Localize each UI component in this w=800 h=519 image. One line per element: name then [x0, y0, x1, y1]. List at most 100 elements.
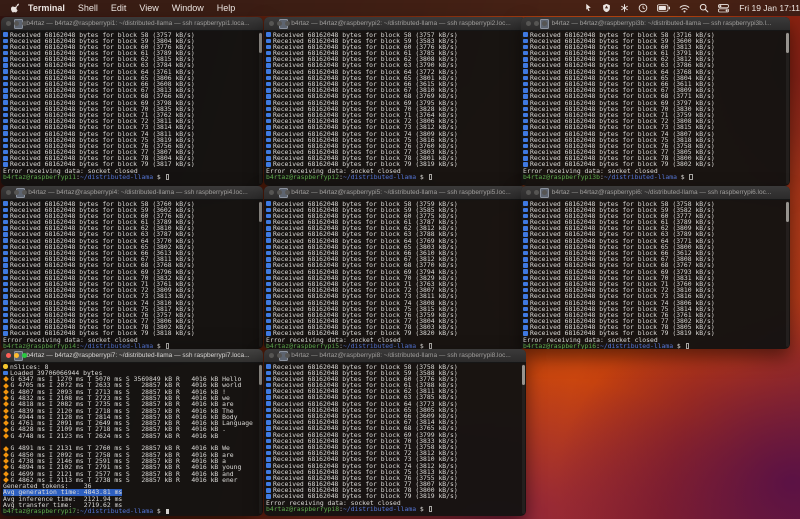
terminal-content[interactable]: Received 68162048 bytes for block 58 (37… — [521, 30, 790, 186]
fan-icon[interactable] — [620, 3, 629, 13]
terminal-window-raspberrypi8[interactable]: b4rtaz — b4rtaz@raspberrypi8: ~/distribu… — [264, 349, 526, 516]
fast-forward-icon — [3, 281, 8, 287]
fast-forward-icon — [523, 294, 528, 299]
fast-forward-icon — [3, 275, 8, 281]
fast-forward-icon — [3, 257, 8, 262]
scrollbar-thumb[interactable] — [786, 202, 789, 222]
terminal-window-raspberrypi1[interactable]: b4rtaz — b4rtaz@raspberrypi1: ~/distribu… — [1, 17, 263, 186]
fast-forward-icon — [523, 112, 528, 118]
menu-item-window[interactable]: Window — [172, 3, 204, 13]
fast-forward-icon — [266, 263, 271, 268]
terminal-content[interactable]: Received 68162048 bytes for block 58 (37… — [1, 30, 263, 186]
window-title: b4rtaz — b4rtaz@raspberrypi2: ~/distribu… — [291, 20, 511, 27]
menu-bar-clock[interactable]: Fri 19 Jan 17:11 — [739, 3, 800, 13]
fast-forward-icon — [266, 413, 271, 419]
traffic-light-buttons[interactable] — [269, 21, 290, 26]
terminal-content[interactable]: Received 68162048 bytes for block 58 (37… — [264, 362, 526, 516]
fast-forward-icon — [266, 444, 271, 450]
scrollbar[interactable] — [259, 201, 262, 347]
menu-item-edit[interactable]: Edit — [111, 3, 127, 13]
terminal-content[interactable]: nSlices: 8 Loaded 39706066944 bytes G 6347… — [1, 362, 263, 516]
fast-forward-icon — [266, 376, 271, 382]
desktop[interactable]: Terminal Shell Edit View Window Help Fri… — [0, 0, 800, 519]
prompt-path: ~/distributed-llama — [79, 172, 154, 181]
fast-forward-icon — [266, 318, 271, 324]
scrollbar-thumb[interactable] — [786, 33, 789, 53]
traffic-light-buttons[interactable] — [269, 353, 290, 358]
terminal-content[interactable]: Received 68162048 bytes for block 58 (37… — [521, 199, 790, 349]
window-titlebar[interactable]: b4rtaz — b4rtaz@raspberrypi4: ~/distribu… — [1, 186, 263, 200]
scrollbar[interactable] — [786, 32, 789, 184]
window-titlebar[interactable]: b4rtaz — b4rtaz@raspberrypi3b: ~/distrib… — [521, 17, 790, 31]
fast-forward-icon — [523, 143, 528, 149]
fast-forward-icon — [3, 125, 8, 130]
fast-forward-icon — [3, 201, 8, 206]
fast-forward-icon — [523, 131, 528, 136]
battery-icon[interactable] — [657, 4, 671, 12]
terminal-window-raspberrypi3b[interactable]: b4rtaz — b4rtaz@raspberrypi3b: ~/distrib… — [521, 17, 790, 186]
fast-forward-icon — [266, 69, 271, 74]
window-titlebar[interactable]: b4rtaz — b4rtaz@raspberrypi1: ~/distribu… — [1, 17, 263, 31]
terminal-window-raspberrypi7[interactable]: b4rtaz — b4rtaz@raspberrypi7: ~/distribu… — [1, 349, 263, 516]
scrollbar[interactable] — [259, 364, 262, 514]
terminal-window-raspberrypi2[interactable]: b4rtaz — b4rtaz@raspberrypi2: ~/distribu… — [264, 17, 526, 186]
terminal-window-raspberrypi5[interactable]: b4rtaz — b4rtaz@raspberrypi5: ~/distribu… — [264, 186, 526, 349]
shield-icon[interactable] — [602, 3, 611, 13]
terminal-window-raspberrypi4[interactable]: b4rtaz — b4rtaz@raspberrypi4: ~/distribu… — [1, 186, 263, 349]
window-titlebar[interactable]: b4rtaz — b4rtaz@raspberrypi7: ~/distribu… — [1, 349, 263, 363]
prompt-dollar: $ — [153, 507, 165, 516]
fast-forward-icon — [266, 131, 271, 136]
orange-diamond-icon — [2, 445, 9, 452]
fast-forward-icon — [266, 401, 271, 406]
terminal-content[interactable]: Received 68162048 bytes for block 58 (37… — [264, 199, 526, 349]
terminal-window-raspberrypi6[interactable]: b4rtaz — b4rtaz@raspberrypi6: ~/distribu… — [521, 186, 790, 349]
prompt-path: ~/distributed-llama — [599, 341, 674, 349]
window-titlebar[interactable]: b4rtaz — b4rtaz@raspberrypi5: ~/distribu… — [264, 186, 526, 200]
fast-forward-icon — [523, 100, 528, 105]
fast-forward-icon — [3, 300, 8, 305]
search-icon[interactable] — [699, 3, 709, 13]
clock-icon[interactable] — [638, 3, 648, 13]
traffic-light-buttons[interactable] — [526, 21, 547, 26]
prompt-user: b4rtaz@raspberrypi3b — [523, 172, 600, 181]
orange-diamond-icon — [2, 464, 9, 471]
fast-forward-icon — [266, 201, 271, 206]
scrollbar-thumb[interactable] — [259, 202, 262, 222]
window-titlebar[interactable]: b4rtaz — b4rtaz@raspberrypi2: ~/distribu… — [264, 17, 526, 31]
menu-item-view[interactable]: View — [139, 3, 158, 13]
scrollbar-thumb[interactable] — [259, 33, 262, 53]
hand-icon[interactable] — [584, 3, 593, 13]
control-center-icon[interactable] — [718, 3, 730, 13]
wifi-icon[interactable] — [679, 4, 690, 13]
menu-item-shell[interactable]: Shell — [78, 3, 98, 13]
fast-forward-icon — [523, 50, 528, 56]
fast-forward-icon — [523, 219, 528, 225]
scrollbar[interactable] — [259, 32, 262, 184]
window-titlebar[interactable]: b4rtaz — b4rtaz@raspberrypi6: ~/distribu… — [521, 186, 790, 200]
traffic-light-buttons[interactable] — [526, 190, 547, 195]
traffic-light-buttons[interactable] — [269, 190, 290, 195]
menu-item-help[interactable]: Help — [217, 3, 236, 13]
fast-forward-icon — [3, 100, 8, 105]
fast-forward-icon — [266, 106, 271, 112]
fast-forward-icon — [3, 219, 8, 225]
fast-forward-icon — [266, 426, 271, 431]
fast-forward-icon — [523, 94, 528, 99]
apple-menu-icon[interactable] — [10, 2, 20, 14]
fast-forward-icon — [523, 75, 528, 81]
traffic-light-buttons[interactable] — [6, 190, 27, 195]
scrollbar[interactable] — [522, 364, 525, 514]
menu-bar: Terminal Shell Edit View Window Help Fri… — [0, 0, 800, 16]
traffic-light-buttons[interactable] — [6, 21, 27, 26]
fast-forward-icon — [523, 156, 528, 161]
menu-item-terminal[interactable]: Terminal — [28, 3, 65, 13]
window-titlebar[interactable]: b4rtaz — b4rtaz@raspberrypi8: ~/distribu… — [264, 349, 526, 363]
terminal-content[interactable]: Received 68162048 bytes for block 58 (37… — [1, 199, 263, 349]
terminal-content[interactable]: Received 68162048 bytes for block 58 (37… — [264, 30, 526, 186]
fast-forward-icon — [3, 312, 8, 318]
fast-forward-icon — [523, 137, 528, 143]
scrollbar[interactable] — [786, 201, 789, 347]
scrollbar-thumb[interactable] — [522, 365, 525, 385]
scrollbar-thumb[interactable] — [259, 365, 262, 385]
traffic-light-buttons[interactable] — [6, 353, 27, 358]
